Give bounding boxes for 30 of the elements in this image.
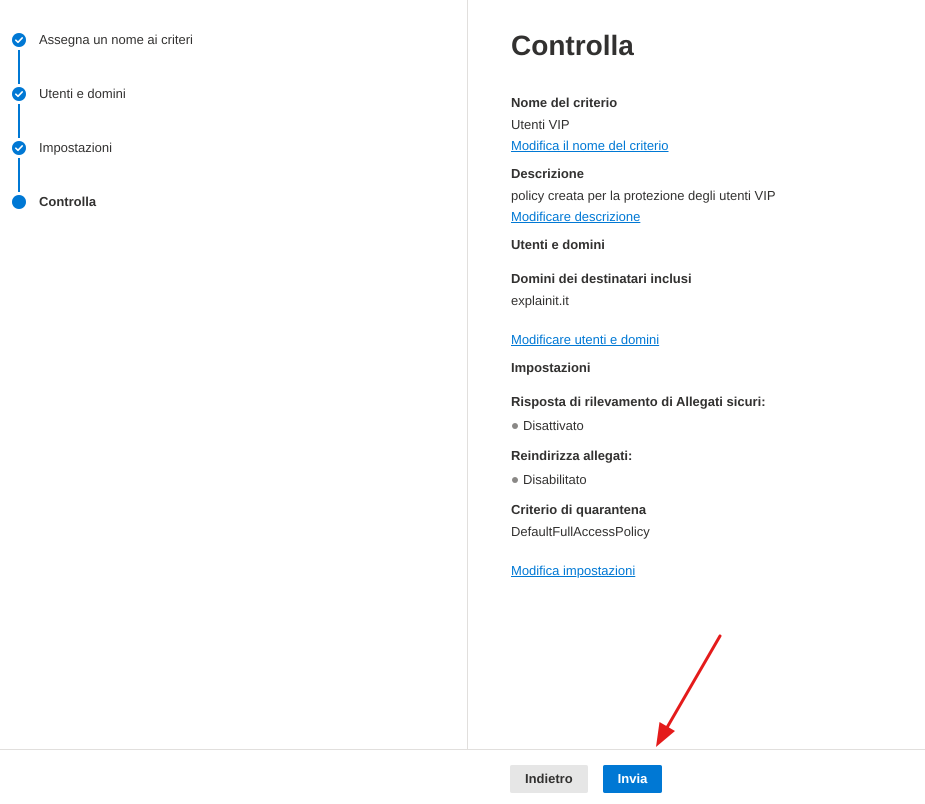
field-value: DefaultFullAccessPolicy xyxy=(511,523,650,541)
step-label: Assegna un nome ai criteri xyxy=(39,31,193,49)
submit-button[interactable]: Invia xyxy=(602,765,662,793)
edit-link[interactable]: Modificare descrizione xyxy=(511,209,640,224)
status-dot-icon xyxy=(512,423,518,429)
step-label: Impostazioni xyxy=(39,139,112,157)
field-value: Utenti VIP xyxy=(511,116,570,134)
field-label: Nome del criterio xyxy=(511,94,618,112)
field-label: Descrizione xyxy=(511,165,584,183)
field-label: Criterio di quarantena xyxy=(511,501,646,519)
edit-link[interactable]: Modifica impostazioni xyxy=(511,563,636,578)
edit-link[interactable]: Modificare utenti e domini xyxy=(511,332,660,347)
field-value: explainit.it xyxy=(511,292,569,310)
step-connector-line xyxy=(18,50,20,84)
field-value: Disabilitato xyxy=(523,471,587,489)
field-label: Reindirizza allegati: xyxy=(511,447,632,465)
back-button[interactable]: Indietro xyxy=(510,765,588,793)
page-title: Controlla xyxy=(511,29,634,63)
step-connector-line xyxy=(18,104,20,138)
status-dot-icon xyxy=(512,477,518,483)
field-label: Risposta di rilevamento di Allegati sicuri: xyxy=(511,393,766,411)
field-value: Disattivato xyxy=(523,417,584,435)
step-label: Controlla xyxy=(39,193,96,211)
field-value: policy creata per la protezione degli utenti VIP xyxy=(511,187,776,205)
field-label: Domini dei destinatari inclusi xyxy=(511,270,692,288)
step-label: Utenti e domini xyxy=(39,85,126,103)
step-connector-line xyxy=(18,158,20,192)
section-heading: Utenti e domini xyxy=(511,236,605,254)
section-heading: Impostazioni xyxy=(511,359,590,377)
edit-link[interactable]: Modifica il nome del criterio xyxy=(511,138,669,153)
